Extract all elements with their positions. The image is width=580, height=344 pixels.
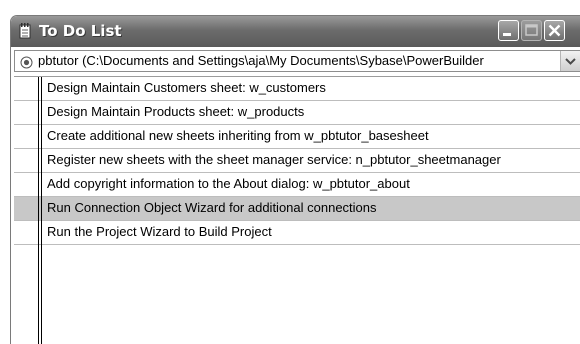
notepad-icon — [19, 23, 31, 39]
minimize-button[interactable] — [498, 20, 519, 41]
title-bar[interactable]: To Do List — [11, 16, 580, 47]
gutter-divider — [38, 77, 39, 344]
list-item[interactable]: Design Maintain Products sheet: w_produc… — [14, 101, 580, 125]
todo-list-window: To Do List pbtutor (C:\Documents and Set… — [10, 15, 580, 344]
maximize-button[interactable] — [521, 20, 542, 41]
list-item[interactable]: Create additional new sheets inheriting … — [14, 125, 580, 149]
list-item-text: Register new sheets with the sheet manag… — [47, 152, 501, 167]
list-item[interactable]: Add copyright information to the About d… — [14, 173, 580, 197]
list-item-text: Add copyright information to the About d… — [47, 176, 410, 191]
target-select-value: pbtutor (C:\Documents and Settings\aja\M… — [38, 53, 484, 68]
maximize-icon — [525, 24, 538, 36]
list-item-text: Design Maintain Products sheet: w_produc… — [47, 104, 305, 119]
close-button[interactable] — [544, 20, 565, 41]
target-select[interactable]: pbtutor (C:\Documents and Settings\aja\M… — [14, 50, 580, 72]
minimize-icon — [503, 33, 511, 36]
list-item-text: Design Maintain Customers sheet: w_custo… — [47, 80, 326, 95]
chevron-down-icon — [565, 58, 576, 65]
list-item-selected[interactable]: Run Connection Object Wizard for additio… — [14, 197, 580, 221]
dropdown-button[interactable] — [560, 51, 580, 71]
list-item-text: Create additional new sheets inheriting … — [47, 128, 429, 143]
todo-list: Design Maintain Customers sheet: w_custo… — [14, 76, 580, 344]
list-item-text: Run the Project Wizard to Build Project — [47, 224, 272, 239]
radio-target-icon — [20, 54, 33, 69]
close-icon — [548, 24, 561, 37]
list-item[interactable]: Run the Project Wizard to Build Project — [14, 221, 580, 245]
window-title: To Do List — [39, 22, 122, 40]
list-item[interactable]: Register new sheets with the sheet manag… — [14, 149, 580, 173]
list-item-text: Run Connection Object Wizard for additio… — [47, 200, 377, 215]
gutter-divider — [41, 77, 42, 344]
list-item[interactable]: Design Maintain Customers sheet: w_custo… — [14, 77, 580, 101]
